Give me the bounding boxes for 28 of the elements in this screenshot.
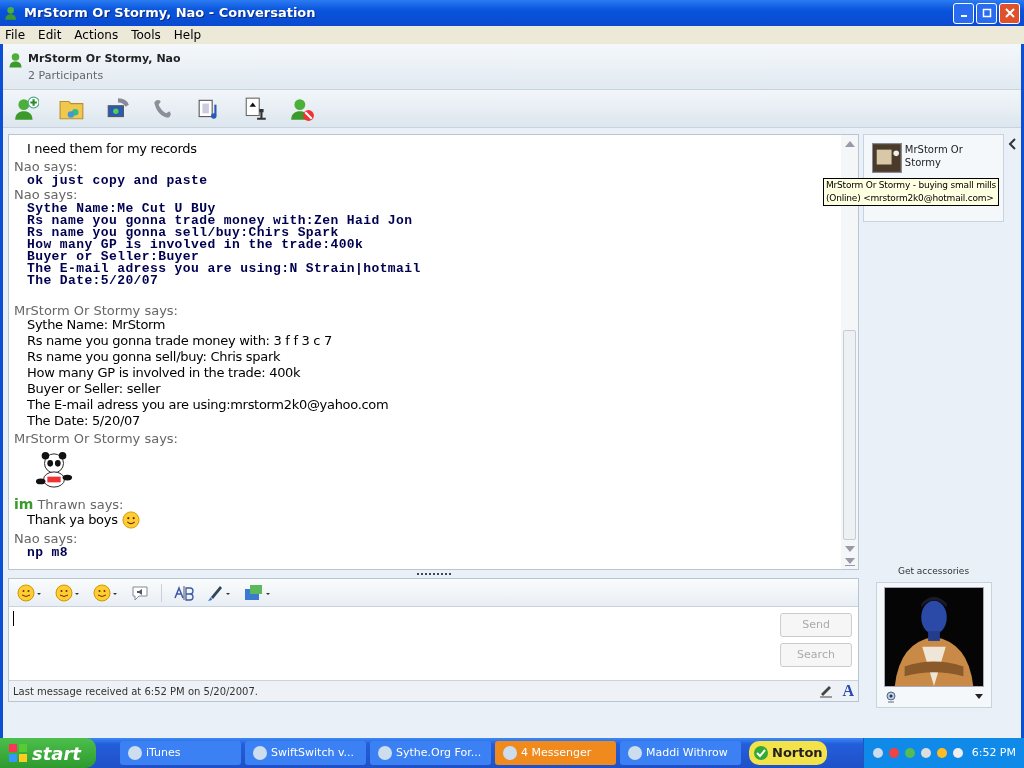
tooltip-text: MrStorm Or Stormy - buying small mills xyxy=(826,179,997,192)
status-text: Last message received at 6:52 PM on 5/20/2007. xyxy=(13,684,259,699)
contact-names: MrStorm Or Stormy, Nao xyxy=(28,51,181,67)
message-text: Buyer or Seller: seller xyxy=(27,381,161,397)
message-text: Rs name you gonna sell/buy: Chris spark xyxy=(27,349,281,365)
message-text: Thank ya boys xyxy=(27,512,118,528)
message-text: np m8 xyxy=(27,545,68,560)
sender-label: MrStorm Or Stormy says: xyxy=(14,304,178,317)
sender-label: MrStorm Or Stormy says: xyxy=(14,432,178,445)
message-text: How many GP is involved in the trade: 400k xyxy=(27,365,301,381)
message-text: ok just copy and paste xyxy=(27,173,208,188)
message-text: Sythe Name:Me Cut U BUy xyxy=(27,201,216,216)
message-text: The Date:5/20/07 xyxy=(27,273,159,288)
tooltip-text: (Online) <mrstorm2k0@hotmail.com> xyxy=(826,192,995,205)
sender-label: Nao says: xyxy=(14,188,78,201)
message-text: The E-mail adress you are using:mrstorm2k0@yahoo.com xyxy=(27,397,389,413)
message-text: Sythe Name: MrStorm xyxy=(27,317,166,333)
message-text: Rs name you gonna trade money with: 3 f f 3 c 7 xyxy=(27,333,332,349)
sender-label: Nao says: xyxy=(14,532,78,545)
window-title: MrStorm Or Stormy, Nao - Conversation xyxy=(24,4,316,23)
contact-name: MrStorm Or Stormy xyxy=(904,143,964,169)
sender-label: Thrawn says: xyxy=(37,498,124,511)
participants-count: 2 Participants xyxy=(28,67,105,84)
clock: 6:52 PM xyxy=(971,744,1016,761)
message-text: I need them for my records xyxy=(27,141,197,157)
sender-label: Nao says: xyxy=(14,160,78,173)
message-text: The Date: 5/20/07 xyxy=(27,413,140,429)
messenger-icon: im xyxy=(14,497,34,511)
